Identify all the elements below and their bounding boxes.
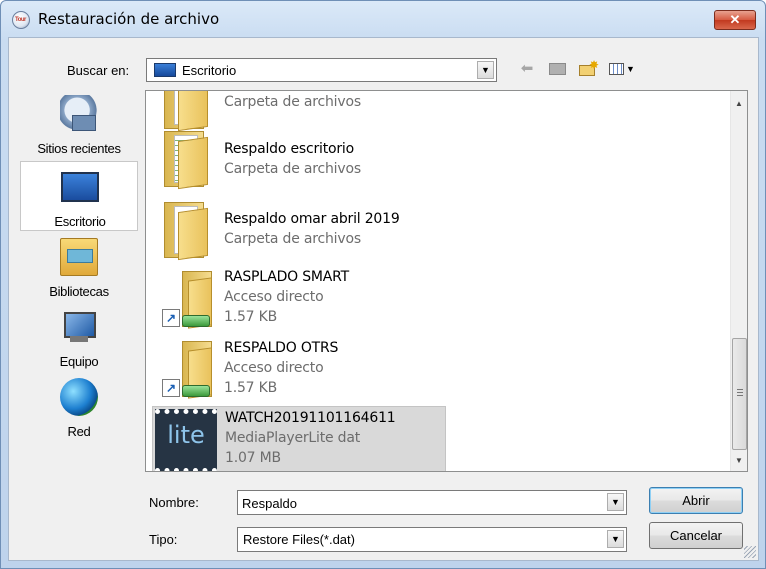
file-type: Acceso directo xyxy=(224,360,324,376)
folder-icon xyxy=(160,131,210,190)
media-file-icon-text: lite xyxy=(167,421,205,449)
file-item[interactable]: Carpeta de archivos xyxy=(152,91,446,132)
chevron-down-icon[interactable]: ▼ xyxy=(477,61,494,79)
file-type: Carpeta de archivos xyxy=(224,161,361,177)
file-name: Respaldo omar abril 2019 xyxy=(224,211,400,227)
media-file-icon: lite xyxy=(155,409,217,471)
folder-front xyxy=(178,136,208,190)
shortcut-folder-icon: ↗ xyxy=(162,271,212,329)
chevron-down-icon[interactable]: ▼ xyxy=(607,530,624,548)
file-type: Carpeta de archivos xyxy=(224,231,361,247)
place-label: Equipo xyxy=(59,354,99,369)
resize-grip-icon[interactable] xyxy=(744,546,756,558)
shortcut-arrow-icon: ↗ xyxy=(162,379,180,397)
desktop-small-icon xyxy=(154,63,176,77)
app-icon: Tour xyxy=(12,11,30,29)
cancel-button[interactable]: Cancelar xyxy=(649,522,743,549)
place-label: Red xyxy=(67,424,91,439)
lookin-combo[interactable]: Escritorio ▼ xyxy=(146,58,497,82)
type-label: Tipo: xyxy=(149,532,178,547)
place-recent[interactable]: Sitios recientes xyxy=(20,89,138,159)
network-plug-icon xyxy=(182,385,210,397)
view-menu-icon[interactable]: ▼ xyxy=(607,59,637,79)
place-label: Escritorio xyxy=(54,214,106,229)
shortcut-arrow-icon: ↗ xyxy=(162,309,180,327)
file-name: RESPALDO OTRS xyxy=(224,340,339,356)
place-desktop[interactable]: Escritorio xyxy=(20,161,138,231)
place-network[interactable]: Red xyxy=(20,372,138,442)
chevron-down-icon: ▼ xyxy=(626,64,635,74)
file-name: WATCH20191101164611 xyxy=(225,410,396,426)
place-label: Sitios recientes xyxy=(37,141,121,156)
dialog-window: Tour Restauración de archivo ✕ Buscar en… xyxy=(0,0,766,569)
title-bar[interactable]: Tour Restauración de archivo ✕ xyxy=(1,1,765,35)
lookin-value: Escritorio xyxy=(182,63,237,78)
file-size: 1.57 KB xyxy=(224,380,278,396)
file-item[interactable]: Respaldo omar abril 2019 Carpeta de arch… xyxy=(152,198,446,266)
file-item[interactable]: ↗ RASPLADO SMART Acceso directo 1.57 KB xyxy=(152,267,446,337)
desktop-icon xyxy=(61,172,99,202)
up-folder-icon[interactable] xyxy=(547,59,569,79)
arrow-left-icon[interactable]: ⬅ xyxy=(517,59,537,79)
dialog-client: Buscar en: Escritorio ▼ ⬅ ✸ ▼ Sitios rec… xyxy=(8,37,759,561)
name-combo[interactable]: ▼ xyxy=(237,490,627,515)
network-plug-icon xyxy=(182,315,210,327)
file-type: Carpeta de archivos xyxy=(224,94,361,110)
name-label: Nombre: xyxy=(149,495,199,510)
type-value: Restore Files(*.dat) xyxy=(243,532,355,547)
view-grid-shape xyxy=(609,63,624,75)
places-bar: Sitios recientes Escritorio Bibliotecas … xyxy=(20,89,138,449)
libraries-icon xyxy=(60,238,98,276)
file-type: MediaPlayerLite dat xyxy=(225,430,361,446)
place-computer[interactable]: Equipo xyxy=(20,302,138,372)
type-combo[interactable]: Restore Files(*.dat) ▼ xyxy=(237,527,627,552)
file-item[interactable]: ↗ RESPALDO OTRS Acceso directo 1.57 KB xyxy=(152,337,446,407)
new-folder-icon[interactable]: ✸ xyxy=(577,58,601,79)
sparkle-icon: ✸ xyxy=(589,58,600,72)
vertical-scrollbar[interactable]: ▲ ▼ xyxy=(730,91,747,471)
app-icon-text: Tour xyxy=(15,17,26,23)
file-name: Respaldo escritorio xyxy=(224,141,354,157)
recent-places-icon xyxy=(60,95,98,133)
close-button[interactable]: ✕ xyxy=(714,10,756,30)
file-size: 1.57 KB xyxy=(224,309,278,325)
grip-icon xyxy=(737,389,743,396)
place-libraries[interactable]: Bibliotecas xyxy=(20,232,138,302)
file-size: 1.07 MB xyxy=(225,450,281,466)
chevron-down-icon[interactable]: ▼ xyxy=(607,493,624,511)
folder-front xyxy=(178,207,208,261)
file-item[interactable]: Respaldo escritorio Carpeta de archivos xyxy=(152,129,446,197)
network-icon xyxy=(60,378,98,416)
file-list[interactable]: Carpeta de archivos Respaldo escritorio … xyxy=(145,90,748,472)
window-title: Restauración de archivo xyxy=(38,10,220,28)
folder-icon xyxy=(160,202,210,261)
scroll-up-icon[interactable]: ▲ xyxy=(731,95,747,112)
folder-front xyxy=(178,91,208,132)
file-type: Acceso directo xyxy=(224,289,324,305)
computer-icon xyxy=(60,308,98,346)
scroll-down-icon[interactable]: ▼ xyxy=(731,452,747,469)
name-input[interactable] xyxy=(242,494,602,512)
scroll-thumb[interactable] xyxy=(732,338,747,450)
place-label: Bibliotecas xyxy=(49,284,109,299)
shortcut-folder-icon: ↗ xyxy=(162,341,212,399)
folder-icon xyxy=(160,91,210,132)
open-button[interactable]: Abrir xyxy=(649,487,743,514)
file-item-selected[interactable]: lite WATCH20191101164611 MediaPlayerLite… xyxy=(152,406,446,471)
up-folder-shape xyxy=(549,63,566,75)
lookin-label: Buscar en: xyxy=(67,63,130,78)
file-name: RASPLADO SMART xyxy=(224,269,350,285)
